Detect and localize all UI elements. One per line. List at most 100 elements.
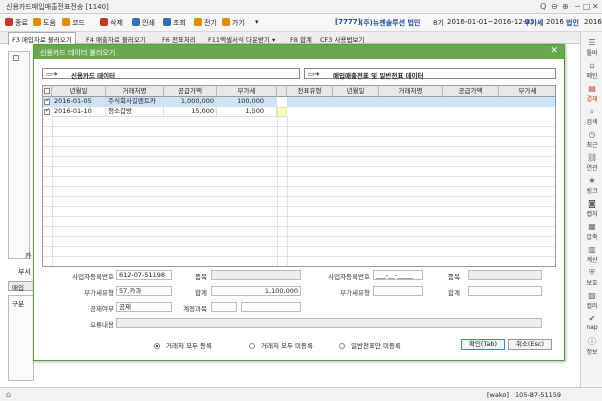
radio-dot bbox=[249, 343, 255, 349]
calculator-icon: ▥ bbox=[588, 245, 596, 254]
side-capture-button[interactable]: ◙ 캡처 bbox=[581, 199, 602, 218]
sum-label: 합계 bbox=[195, 289, 207, 297]
header-vat: 부가세 bbox=[217, 86, 277, 97]
print-button[interactable]: 인쇄 bbox=[132, 18, 155, 28]
side-search-button[interactable]: ⌕ 검색 bbox=[581, 107, 602, 126]
menu-how-to[interactable]: CF3 사용법보기 bbox=[320, 34, 364, 44]
side-recent-button[interactable]: ◷ 최근 bbox=[581, 130, 602, 149]
side-main-button[interactable]: ⌂ 메인 bbox=[581, 61, 602, 80]
grid-vline bbox=[277, 117, 278, 266]
cell-supply: 15,000 bbox=[164, 107, 217, 117]
home-icon[interactable]: ⌂ bbox=[6, 390, 11, 399]
background-card-label: 카 bbox=[25, 252, 32, 260]
menu-process-voucher[interactable]: F6 전표처리 bbox=[162, 34, 196, 44]
more-menu-icon[interactable]: ▾ bbox=[255, 18, 259, 26]
voucher-data-header: ▭➔ 매입매출전표 및 일반전표 데이터 bbox=[304, 68, 556, 80]
goto-button[interactable]: 가기 bbox=[222, 18, 245, 28]
side-toolbar-button[interactable]: ☰ 툴바 bbox=[581, 38, 602, 57]
transfer-button[interactable]: 전기 bbox=[194, 18, 217, 28]
row-checkbox[interactable] bbox=[44, 97, 50, 105]
sum-field[interactable]: 1,100,000 bbox=[211, 286, 301, 296]
right-vat-type-field[interactable] bbox=[373, 286, 423, 296]
search-icon bbox=[163, 18, 171, 26]
vat-type-label: 부가세유형 bbox=[84, 289, 114, 297]
side-panel: ☰ 툴바 ⌂ 메인 ▤ 결재 ⌕ 검색 ◷ 최근 ⛓ 연관 ★ 링크 ◙ 캡처 ▦ 압축 ▥ 계산 … bbox=[580, 32, 602, 387]
deduct-field[interactable]: 공제 bbox=[116, 302, 172, 312]
row-checkbox[interactable] bbox=[44, 107, 50, 115]
error-field[interactable] bbox=[116, 318, 542, 328]
help-button[interactable]: 도움 bbox=[33, 18, 56, 28]
bizno-field[interactable]: 612-07-51198 bbox=[116, 270, 172, 280]
side-info-button[interactable]: ⓘ 정보 bbox=[581, 337, 602, 356]
empty-grid-rows bbox=[43, 117, 555, 266]
side-compress-button[interactable]: ▦ 압축 bbox=[581, 222, 602, 241]
side-protect-button[interactable]: ⛨ 보호 bbox=[581, 268, 602, 287]
background-tab[interactable]: 매입 bbox=[8, 281, 34, 292]
zoom-in-icon[interactable]: ⊕ bbox=[562, 2, 569, 11]
radio-register-all[interactable]: 거래처 모두 등록 bbox=[154, 340, 212, 350]
item-field[interactable] bbox=[211, 270, 301, 280]
deduct-label: 공제여부 bbox=[90, 305, 114, 313]
dialog-close-icon[interactable]: ✕ bbox=[550, 46, 558, 56]
dialog-title: 신용카드 데이터 불러오기 bbox=[40, 49, 116, 57]
minimize-icon[interactable]: ─ bbox=[575, 2, 580, 11]
close-window-icon[interactable]: ✕ bbox=[592, 2, 599, 11]
period-number: 8기 bbox=[433, 19, 444, 27]
ok-button[interactable]: 확인(Tab) bbox=[461, 339, 505, 350]
background-checkbox[interactable] bbox=[13, 55, 19, 61]
home-icon: ⌂ bbox=[589, 61, 595, 70]
side-color-button[interactable]: ▧ 컬러 bbox=[581, 291, 602, 310]
right-item-field[interactable] bbox=[468, 270, 542, 280]
cancel-button[interactable]: 취소(Esc) bbox=[508, 339, 552, 350]
search-button[interactable]: 조회 bbox=[163, 18, 186, 28]
transfer-icon bbox=[194, 18, 202, 26]
side-link-button[interactable]: ★ 링크 bbox=[581, 176, 602, 195]
right-bizno-field[interactable]: ___-__-_____ bbox=[373, 270, 423, 280]
status-bizno: 105-87-51159 bbox=[515, 391, 562, 399]
exit-button[interactable]: 종료 bbox=[5, 18, 28, 28]
header-checkbox-cell bbox=[43, 86, 52, 97]
active-cell-marker[interactable] bbox=[277, 107, 287, 117]
delete-button[interactable]: 삭제 bbox=[100, 18, 123, 28]
cell-vat: 100,000 bbox=[217, 97, 277, 107]
account-name-field[interactable] bbox=[241, 302, 301, 312]
exit-icon bbox=[5, 18, 13, 26]
item-label: 품목 bbox=[195, 273, 207, 281]
account-label: 계정과목 bbox=[183, 305, 207, 313]
status-bar: ⌂ [wako] 105-87-51159 bbox=[0, 387, 602, 401]
background-col-label: 구분 bbox=[12, 300, 24, 308]
search-icon: ⌕ bbox=[589, 107, 595, 116]
code-button[interactable]: 코드 bbox=[62, 18, 85, 28]
print-icon bbox=[132, 18, 140, 26]
header-supply: 공급가액 bbox=[164, 86, 217, 97]
menu-excel-download[interactable]: F11엑셀서식 다운받기 ▾ bbox=[208, 34, 275, 44]
select-all-checkbox[interactable] bbox=[44, 88, 50, 94]
credit-card-data-header: ▭➔ 신용카드 데이터 bbox=[42, 68, 300, 80]
table-row-right[interactable] bbox=[287, 97, 555, 107]
cell-date: 2016-01-10 bbox=[52, 107, 106, 117]
side-approval-button[interactable]: ▤ 결재 bbox=[581, 84, 602, 103]
arrow-icon: ▭➔ bbox=[46, 70, 58, 78]
cell-vat: 1,500 bbox=[217, 107, 277, 117]
help-icon bbox=[33, 18, 41, 26]
menu-load-sales[interactable]: F4 매출자료 불러오기 bbox=[86, 34, 146, 44]
zoom-out-icon[interactable]: ⊖ bbox=[551, 2, 558, 11]
search-zoom-icon[interactable]: Q bbox=[540, 2, 546, 11]
maximize-icon[interactable]: □ bbox=[583, 2, 591, 11]
account-code-field[interactable] bbox=[211, 302, 237, 312]
menu-total[interactable]: F8 합계 bbox=[290, 34, 312, 44]
vat-type-field[interactable]: 57.카과 bbox=[116, 286, 172, 296]
toolbar-icon: ☰ bbox=[588, 38, 596, 47]
side-nap-button[interactable]: ✔ nap bbox=[581, 314, 602, 331]
right-sum-field[interactable] bbox=[468, 286, 542, 296]
radio-register-none[interactable]: 거래처 모두 미등록 bbox=[249, 340, 313, 350]
radio-general-only[interactable]: 일반전표만 미등록 bbox=[339, 340, 401, 350]
fiscal-period: 2016-01-01~2016-12-31 bbox=[447, 18, 535, 26]
info-icon: ⓘ bbox=[588, 337, 596, 346]
credit-card-load-dialog: 신용카드 데이터 불러오기 ✕ ▭➔ 신용카드 데이터 ▭➔ 매입매출전표 및 … bbox=[33, 44, 565, 361]
background-vat-label: 부서 bbox=[18, 268, 31, 276]
cell-date: 2016-01-05 bbox=[52, 97, 106, 107]
company-name[interactable]: (주)뉴젠솔루션 법인 bbox=[360, 18, 420, 28]
side-calc-button[interactable]: ▥ 계산 bbox=[581, 245, 602, 264]
side-related-button[interactable]: ⛓ 연관 bbox=[581, 153, 602, 172]
